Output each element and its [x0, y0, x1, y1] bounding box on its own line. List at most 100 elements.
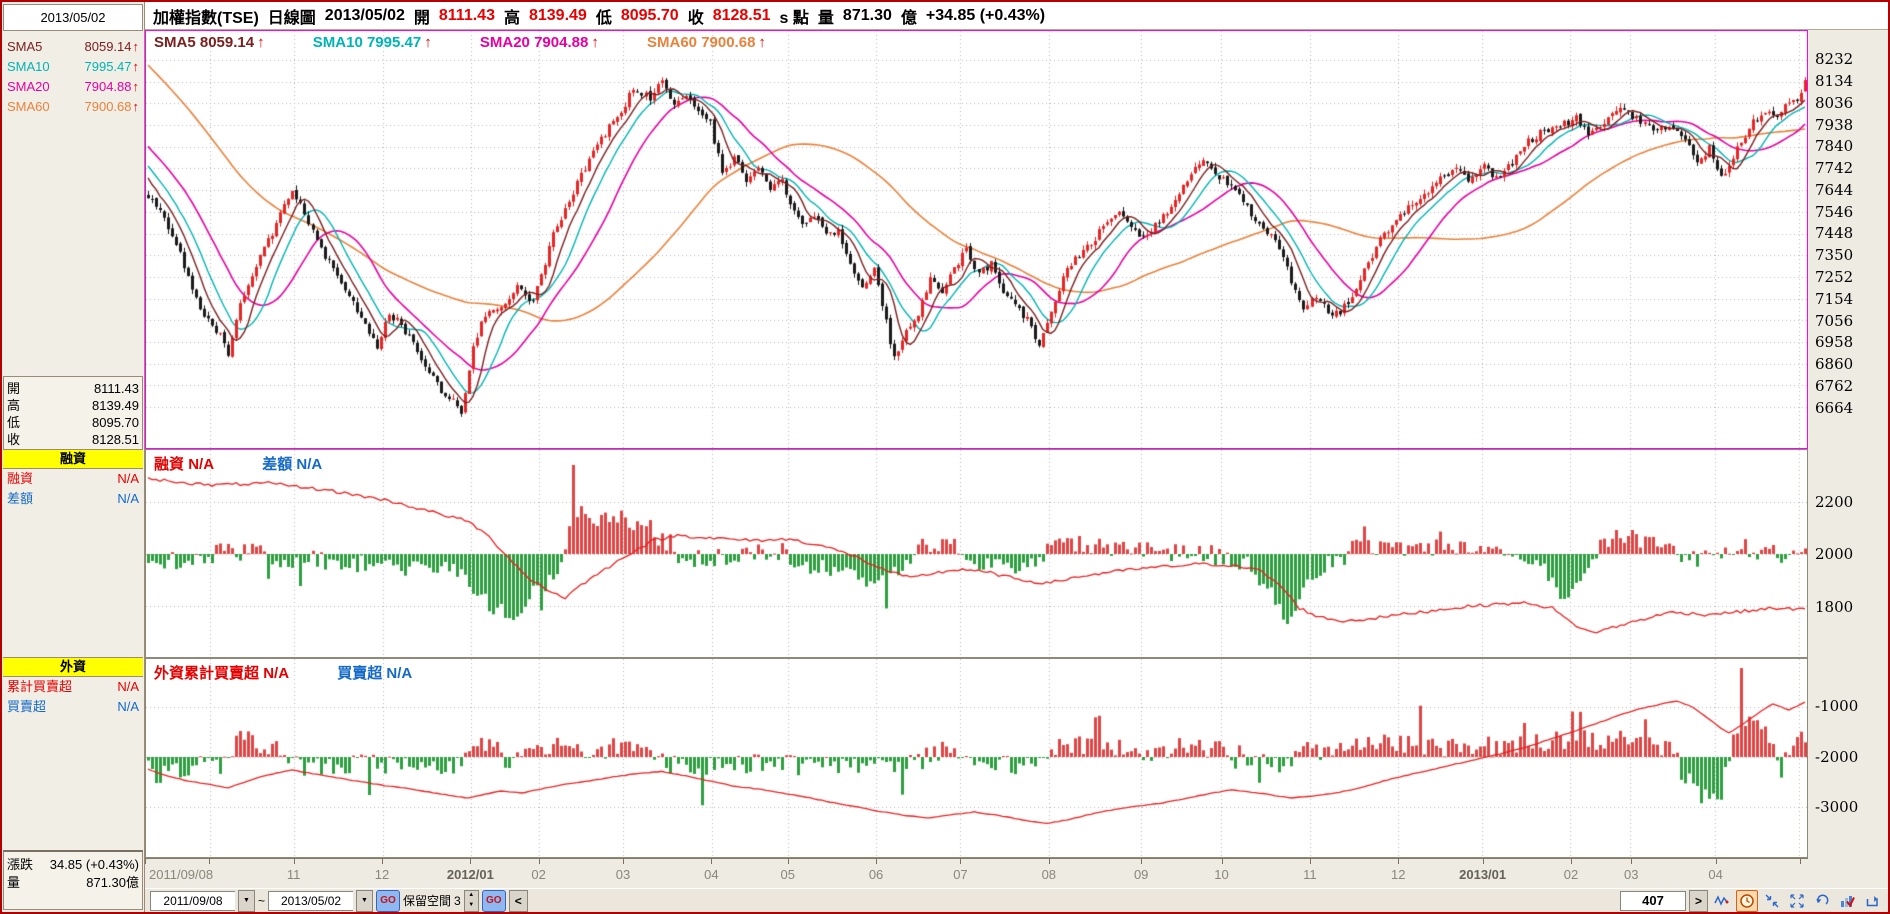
up-arrow-icon: ↑: [424, 34, 432, 51]
bar-count-input[interactable]: [1620, 890, 1686, 911]
foreign-net-value: N/A: [117, 699, 139, 714]
margin-canvas[interactable]: [146, 450, 1807, 657]
y-axis-label: -2000: [1815, 747, 1859, 766]
from-date-select[interactable]: 2011/09/08: [150, 890, 235, 911]
y-axis-label: 8134: [1815, 71, 1854, 90]
x-axis-tick: [1800, 859, 1801, 864]
margin-label: 融資: [7, 471, 34, 486]
reserve-space-value: 3: [454, 893, 461, 908]
x-axis: 2011/09/08 11 12 2012/01 02 03 04 05 06 07 08 09 10 1…: [145, 858, 1808, 889]
close-label: 收: [687, 9, 704, 27]
app-window: 加權指數(TSE) 日線圖 2013/05/02 開 8111.43 高 813…: [0, 0, 1890, 914]
y-axis-label: 7154: [1815, 289, 1854, 308]
stepper-up-icon[interactable]: ▲: [465, 891, 478, 901]
y-axis-label: -3000: [1815, 798, 1859, 817]
status-bar: 2011/09/08 ▼ ~ 2013/05/02 ▼ GO 保留空間 3 ▲ ▼…: [145, 888, 1888, 912]
x-axis-tick: [470, 859, 471, 864]
expand-icon[interactable]: [1786, 890, 1808, 912]
main-price-canvas[interactable]: [146, 31, 1807, 448]
sma20-value: 7904.88: [84, 79, 132, 94]
volume-unit: 億: [900, 9, 917, 27]
up-arrow-icon: ↑: [257, 34, 265, 51]
high-value: 8139.49: [528, 6, 587, 24]
x-axis-tick: [145, 859, 146, 864]
tick-unit-label: s 點: [779, 9, 809, 27]
x-axis-label: 2012/01: [446, 867, 494, 882]
change-value: 34.85 (+0.43%): [49, 857, 139, 872]
x-axis-label: 03: [1624, 867, 1639, 882]
foreign-canvas[interactable]: [146, 659, 1807, 857]
x-axis-label: 08: [1041, 867, 1057, 882]
sma60-label: SMA60: [7, 99, 50, 114]
sidebar-sma60-row: SMA60 7900.68↑: [7, 98, 139, 116]
sidebar-foreign-cum-row: 累計買賣超 N/A: [7, 678, 139, 696]
scroll-right-button[interactable]: >: [1689, 889, 1708, 912]
y-axis-label: 2000: [1815, 545, 1854, 564]
change-label: 漲跌: [7, 857, 34, 872]
margin-section-header: 融資: [3, 449, 143, 469]
chart-check-icon[interactable]: [1836, 890, 1858, 912]
instrument-title: 加權指數(TSE): [153, 9, 259, 27]
x-axis-tick: [1141, 859, 1142, 864]
x-axis-label: 02: [1563, 867, 1579, 882]
go-button[interactable]: GO: [376, 889, 401, 912]
x-axis-tick: [1571, 859, 1572, 864]
x-axis-tick: [1398, 859, 1399, 864]
compress-icon[interactable]: [1761, 890, 1783, 912]
up-arrow-icon: ↑: [132, 39, 140, 54]
margin-y-axis: 2200 2000 1800: [1812, 449, 1888, 658]
price-panel: SMA5 8059.14 ↑ SMA10 7995.47 ↑ SMA20 7904.…: [145, 30, 1808, 449]
margin-diff-label: 差額: [7, 491, 34, 506]
from-date-dropdown-icon[interactable]: ▼: [238, 889, 255, 912]
x-axis-label: 2011/09/08: [149, 867, 214, 882]
foreign-cum-value: N/A: [117, 679, 139, 694]
sidebar-high-row: 高 8139.49: [7, 397, 139, 415]
loop-icon[interactable]: [1861, 890, 1883, 912]
high-label: 高: [503, 9, 520, 27]
sma60-value: 7900.68: [84, 99, 132, 114]
go-button[interactable]: GO: [481, 889, 506, 912]
x-axis-tick: [788, 859, 789, 864]
sidebar-open-row: 開 8111.43: [7, 380, 139, 398]
to-date-dropdown-icon[interactable]: ▼: [356, 889, 374, 912]
x-axis-tick: [711, 859, 712, 864]
x-axis-tick: [1631, 859, 1632, 864]
left-sidebar: 2013/05/02 SMA5 8059.14↑ SMA10 7995.47↑ …: [2, 2, 145, 912]
y-axis-label: 7938: [1815, 115, 1854, 134]
sidebar-change-row: 漲跌 34.85 (+0.43%): [7, 856, 139, 874]
close-value: 8128.51: [712, 6, 771, 24]
x-axis-label: 07: [953, 867, 968, 882]
indicator-wave-icon[interactable]: [1711, 890, 1733, 912]
x-axis-tick: [960, 859, 961, 864]
up-arrow-icon: ↑: [132, 79, 140, 94]
open-label: 開: [413, 9, 430, 27]
stepper-down-icon[interactable]: ▼: [465, 901, 478, 911]
reserve-space-stepper[interactable]: ▲ ▼: [463, 889, 479, 912]
x-axis-tick: [539, 859, 540, 864]
clock-icon[interactable]: [1736, 889, 1758, 912]
x-axis-tick: [1310, 859, 1311, 864]
high-value: 8139.49: [92, 398, 139, 413]
x-axis-tick: [209, 859, 210, 864]
x-axis-label: 12: [1391, 867, 1406, 882]
y-axis-label: 7546: [1815, 202, 1854, 221]
margin-diff-value: N/A: [117, 491, 139, 506]
open-label: 開: [7, 381, 21, 396]
x-axis-label: 04: [1708, 867, 1723, 882]
header-date: 2013/05/02: [324, 6, 405, 24]
x-axis-tick: [294, 859, 295, 864]
x-axis-label: 2013/01: [1459, 867, 1507, 882]
to-date-select[interactable]: 2013/05/02: [268, 890, 354, 911]
x-axis-label: 11: [286, 867, 301, 882]
y-axis-label: -1000: [1815, 697, 1859, 716]
x-axis-tick: [1049, 859, 1050, 864]
margin-value: N/A: [117, 471, 139, 486]
volume-value: 871.30億: [86, 875, 139, 890]
price-y-axis: 8232 8134 8036 7938 7840 7742 7644 7546 7448 7350…: [1812, 30, 1888, 449]
x-axis-tick: [623, 859, 624, 864]
x-axis-tick: [1483, 859, 1484, 864]
x-axis-label: 04: [704, 867, 719, 882]
scroll-left-button[interactable]: <: [508, 889, 528, 912]
close-value: 8128.51: [92, 432, 139, 447]
undo-icon[interactable]: [1811, 890, 1833, 912]
